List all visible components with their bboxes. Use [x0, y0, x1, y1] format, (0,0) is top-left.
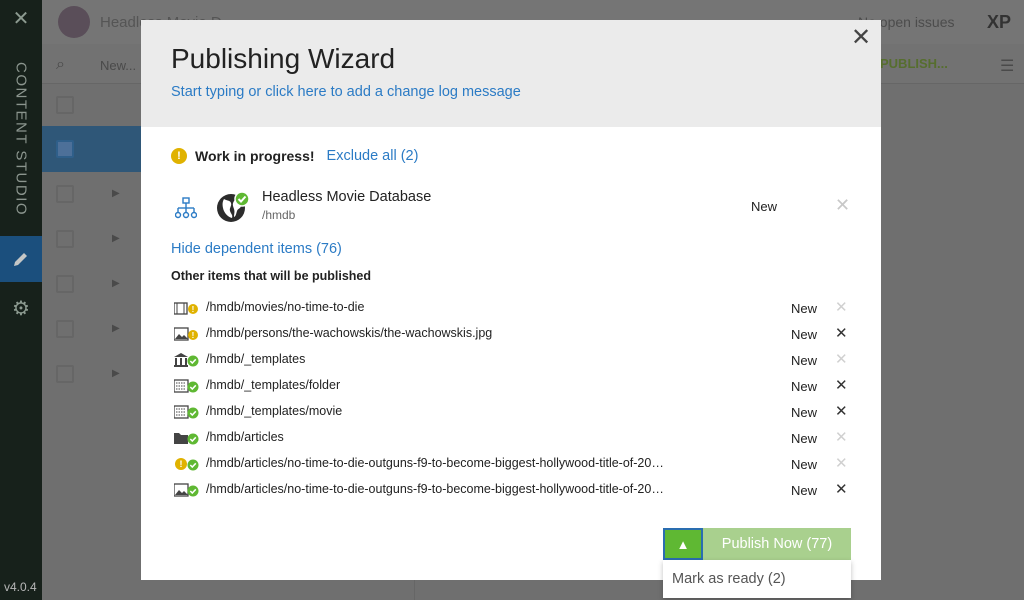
exclude-all-link[interactable]: Exclude all (2) — [327, 148, 419, 164]
dependent-item-path: /hmdb/_templates — [206, 352, 306, 366]
dependent-item-status: New — [791, 327, 818, 342]
publish-menu-toggle-button[interactable]: ▲ — [663, 528, 703, 560]
dependent-item-row: /hmdb/articles New ✕ — [171, 425, 853, 451]
dependent-item-status: New — [791, 353, 818, 368]
dependent-item-path: /hmdb/articles/no-time-to-die-outguns-f9… — [206, 482, 664, 496]
expand-icon[interactable]: ▶ — [112, 278, 120, 289]
folder-icon — [174, 430, 200, 446]
new-button[interactable]: New... — [100, 58, 136, 73]
row-checkbox[interactable] — [56, 185, 74, 203]
publish-menu-button[interactable]: PUBLISH... — [880, 56, 948, 71]
dependent-items-list: ! /hmdb/movies/no-time-to-die New ✕! /hmdb/p… — [171, 295, 853, 503]
close-icon[interactable]: ✕ — [0, 6, 42, 31]
dependent-item-row: /hmdb/articles/no-time-to-die-outguns-f9… — [171, 477, 853, 503]
dependent-item-path: /hmdb/_templates/folder — [206, 378, 341, 392]
dependent-item-status: New — [791, 301, 818, 316]
row-checkbox[interactable] — [56, 230, 74, 248]
article-icon: ! — [174, 456, 200, 472]
app-label: CONTENT STUDIO — [12, 62, 30, 217]
svg-text:!: ! — [180, 459, 183, 469]
row-checkbox[interactable] — [56, 320, 74, 338]
dependent-item-status: New — [791, 405, 818, 420]
work-in-progress-bar: ! Work in progress! Exclude all (2) — [171, 148, 418, 164]
row-checkbox[interactable] — [56, 365, 74, 383]
change-log-link[interactable]: Start typing or click here to add a chan… — [171, 84, 851, 100]
remove-item-icon: ✕ — [835, 195, 851, 215]
template-icon — [173, 404, 200, 420]
publish-menu-dropdown: Mark as ready (2) — [663, 560, 851, 598]
select-all-checkbox[interactable] — [56, 96, 74, 114]
remove-item-icon[interactable]: ✕ — [835, 480, 848, 498]
template-icon — [173, 378, 200, 394]
remove-item-icon: ✕ — [835, 429, 848, 446]
dependent-item-status: New — [791, 379, 818, 394]
dependent-item-status: New — [791, 483, 818, 498]
dialog-title: Publishing Wizard — [171, 43, 396, 74]
version-label: v4.0.4 — [4, 580, 37, 594]
remove-item-icon: ✕ — [835, 351, 848, 368]
publishing-wizard-dialog: Publishing Wizard Start typing or click … — [141, 20, 881, 580]
other-items-heading: Other items that will be published — [171, 269, 372, 283]
dependent-item-row: /hmdb/_templates New ✕ — [171, 347, 853, 373]
row-checkbox[interactable] — [56, 140, 74, 158]
dependent-item-row: ! /hmdb/articles/no-time-to-die-outguns-f… — [171, 451, 853, 477]
close-icon[interactable]: ✕ — [847, 24, 875, 52]
dependent-item-row: ! /hmdb/movies/no-time-to-die New ✕ — [171, 295, 853, 321]
project-flag-icon — [58, 6, 90, 38]
remove-item-icon: ✕ — [835, 455, 848, 472]
site-globe-icon — [215, 190, 250, 222]
dependent-item-path: /hmdb/_templates/movie — [206, 404, 343, 418]
dependent-item-status: New — [791, 457, 818, 472]
remove-item-icon[interactable]: ✕ — [835, 324, 848, 342]
expand-icon[interactable]: ▶ — [112, 188, 120, 199]
brand-logo: XP — [987, 12, 1012, 32]
row-checkbox[interactable] — [56, 275, 74, 293]
remove-item-icon[interactable]: ✕ — [835, 402, 848, 420]
movie-icon: ! — [173, 300, 200, 316]
dependent-item-path: /hmdb/persons/the-wachowskis/the-wachows… — [206, 326, 493, 340]
templates-icon — [174, 352, 200, 368]
main-item-name: Headless Movie Database — [262, 189, 432, 205]
main-item-status: New — [751, 199, 778, 214]
svg-text:!: ! — [192, 305, 195, 314]
publish-now-button[interactable]: Publish Now (77) — [703, 528, 851, 560]
include-children-icon[interactable] — [174, 197, 198, 224]
dependent-item-row: ! /hmdb/persons/the-wachowskis/the-wachow… — [171, 321, 853, 347]
warning-icon: ! — [171, 148, 187, 164]
expand-icon[interactable]: ▶ — [112, 368, 120, 379]
list-view-icon[interactable]: ☰ — [1000, 56, 1014, 76]
remove-item-icon[interactable]: ✕ — [835, 376, 848, 394]
image-icon — [173, 482, 200, 498]
dependent-item-row: /hmdb/_templates/movie New ✕ — [171, 399, 853, 425]
dependent-item-status: New — [791, 431, 818, 446]
mark-as-ready-menu-item[interactable]: Mark as ready (2) — [663, 560, 851, 598]
dialog-header: Publishing Wizard Start typing or click … — [141, 20, 881, 127]
edit-icon[interactable] — [0, 236, 42, 282]
dependent-item-path: /hmdb/articles/no-time-to-die-outguns-f9… — [206, 456, 664, 470]
main-item: Headless Movie Database /hmdb New ✕ — [171, 187, 851, 227]
dependent-item-row: /hmdb/_templates/folder New ✕ — [171, 373, 853, 399]
main-item-path: /hmdb — [262, 208, 296, 222]
remove-item-icon: ✕ — [835, 299, 848, 316]
dependent-item-path: /hmdb/movies/no-time-to-die — [206, 300, 365, 314]
dependent-item-path: /hmdb/articles — [206, 430, 284, 444]
svg-text:!: ! — [192, 331, 195, 340]
left-rail: ✕ CONTENT STUDIO ⚙ v4.0.4 — [0, 0, 42, 600]
image-icon: ! — [173, 326, 200, 342]
wip-label: Work in progress! — [195, 148, 315, 164]
expand-icon[interactable]: ▶ — [112, 233, 120, 244]
gear-icon[interactable]: ⚙ — [0, 290, 42, 326]
hide-dependent-items-link[interactable]: Hide dependent items (76) — [171, 241, 342, 257]
expand-icon[interactable]: ▶ — [112, 323, 120, 334]
search-icon[interactable]: ⌕ — [56, 56, 65, 74]
